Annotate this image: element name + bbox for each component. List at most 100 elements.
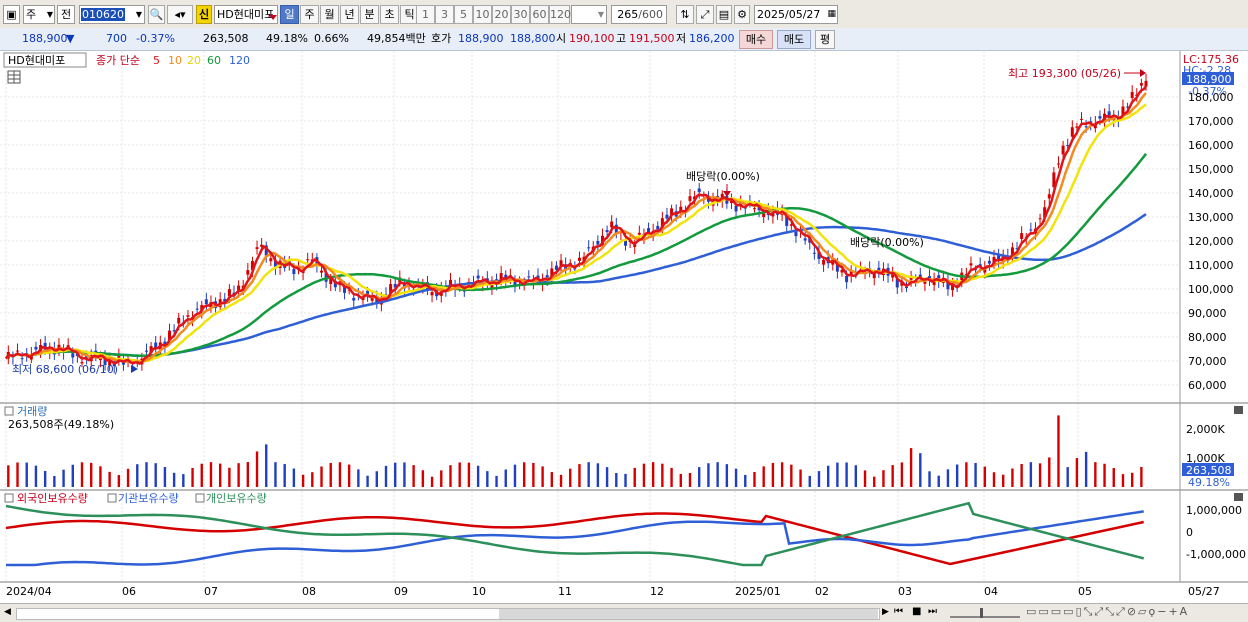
volume-bar bbox=[449, 465, 452, 487]
tab-period-week[interactable]: 주 bbox=[300, 5, 319, 24]
interval-1[interactable]: 1 bbox=[416, 5, 435, 24]
candle-body bbox=[697, 188, 701, 193]
volume-bar bbox=[1084, 451, 1088, 487]
zoom-slider-handle[interactable] bbox=[980, 608, 983, 618]
bottom-toolbar: ◀ ▶ ⏮ ■ ⏭ ▭▭▭▭▯⤡⤢⤡⤢⊘▱ϙ−+A bbox=[0, 603, 1248, 622]
volume-bar bbox=[504, 469, 507, 487]
volume-bar bbox=[808, 475, 811, 487]
price-axis-label: 60,000 bbox=[1188, 379, 1227, 392]
close-icon[interactable] bbox=[1234, 406, 1243, 414]
volume-bar bbox=[1038, 463, 1042, 487]
high-annotation: 최고 193,300 (05/26) bbox=[1008, 67, 1121, 80]
market-select[interactable]: 주 ▼ bbox=[23, 5, 55, 24]
draw-tools-icon[interactable]: ⤢ bbox=[696, 5, 714, 24]
candle-body bbox=[812, 252, 816, 254]
volume-bar bbox=[117, 475, 121, 487]
close-icon[interactable] bbox=[1234, 493, 1243, 501]
tab-period-day[interactable]: 일 bbox=[280, 5, 299, 24]
volume-bar bbox=[43, 470, 47, 487]
volume-bar bbox=[522, 462, 526, 487]
search-icon[interactable]: 🔍 bbox=[148, 5, 165, 24]
volume-bar bbox=[145, 462, 148, 487]
chart-type-icon[interactable]: ⇅ bbox=[676, 5, 694, 24]
drawing-tools-icon[interactable]: ▭▭▭▭▯⤡⤢⤡⤢⊘▱ϙ−+A bbox=[1026, 605, 1189, 619]
panel-toggle-icon[interactable] bbox=[4, 406, 14, 416]
average-button[interactable]: 평 bbox=[815, 30, 835, 49]
sell-button[interactable]: 매수 bbox=[739, 30, 773, 49]
interval-30[interactable]: 30 bbox=[511, 5, 530, 24]
candle-body bbox=[587, 247, 591, 249]
interval-5[interactable]: 5 bbox=[454, 5, 473, 24]
volume-bar bbox=[642, 463, 646, 487]
zoom-slider[interactable] bbox=[950, 608, 1020, 618]
tab-period-month[interactable]: 월 bbox=[320, 5, 339, 24]
scroll-right-icon[interactable]: ▶ bbox=[882, 607, 889, 617]
quote-price: 188,900 bbox=[22, 32, 68, 45]
scroll-left-icon[interactable]: ◀ bbox=[4, 607, 11, 617]
volume-bar bbox=[817, 471, 821, 487]
quote-low-label: 저 bbox=[676, 32, 687, 45]
count-field[interactable]: 265/600 bbox=[611, 5, 667, 24]
volume-bar bbox=[182, 474, 185, 487]
quote-turnover: 0.66% bbox=[314, 32, 349, 45]
volume-bar bbox=[228, 467, 231, 487]
price-axis-label: 160,000 bbox=[1188, 139, 1234, 152]
candle-body bbox=[352, 297, 356, 301]
forward-icon[interactable]: ⏭ bbox=[928, 606, 937, 617]
stock-chart[interactable]: HD현대미포 종가 단순 5 10 20 60 120 LC:175.36 HC… bbox=[0, 51, 1248, 603]
tab-period-second[interactable]: 초 bbox=[380, 5, 399, 24]
volume-bar bbox=[329, 462, 332, 487]
candle-body bbox=[177, 317, 181, 324]
volume-bar bbox=[1094, 462, 1097, 487]
volume-bar bbox=[347, 464, 351, 487]
panel-toggle-icon[interactable] bbox=[4, 493, 14, 503]
candle-body bbox=[255, 247, 259, 250]
stop-icon[interactable]: ■ bbox=[912, 606, 921, 617]
volume-bar bbox=[384, 465, 388, 487]
volume-bar bbox=[191, 468, 194, 487]
last-volume-pct: 49.18% bbox=[1188, 476, 1230, 489]
credit-badge[interactable]: 신 bbox=[196, 5, 212, 24]
interval-20[interactable]: 20 bbox=[492, 5, 511, 24]
volume-bar bbox=[513, 464, 517, 487]
interval-3[interactable]: 3 bbox=[435, 5, 454, 24]
candle-body bbox=[822, 260, 826, 265]
sound-icon[interactable]: ◂▾ bbox=[167, 5, 193, 24]
candle-body bbox=[752, 208, 756, 210]
scrollbar-thumb[interactable] bbox=[499, 609, 878, 619]
candle-body bbox=[1061, 145, 1065, 155]
rewind-icon[interactable]: ⏮ bbox=[894, 606, 903, 617]
market-value: 주 bbox=[26, 8, 37, 21]
window-menu-icon[interactable]: ▣ bbox=[3, 5, 20, 24]
chart-area[interactable]: HD현대미포 종가 단순 5 10 20 60 120 LC:175.36 HC… bbox=[0, 51, 1248, 603]
chevron-down-icon: ▼ bbox=[135, 10, 142, 19]
tab-period-minute[interactable]: 분 bbox=[360, 5, 379, 24]
panel-toggle-icon[interactable] bbox=[107, 493, 117, 503]
count-max: /600 bbox=[638, 8, 663, 21]
gear-icon[interactable]: ⚙ bbox=[734, 5, 750, 24]
stock-tag: HD현대미포 bbox=[8, 54, 65, 67]
interval-120[interactable]: 120 bbox=[549, 5, 571, 24]
quote-ask: 188,900 bbox=[458, 32, 504, 45]
stock-code-input[interactable]: 010620 ▼ bbox=[79, 5, 145, 24]
price-axis-label: 120,000 bbox=[1188, 235, 1234, 248]
candle-body bbox=[794, 231, 798, 237]
horizontal-scrollbar[interactable] bbox=[16, 608, 880, 620]
date-field[interactable]: 2025/05/27 ▦ bbox=[754, 5, 838, 24]
interval-10[interactable]: 10 bbox=[473, 5, 492, 24]
volume-bar bbox=[891, 465, 894, 487]
volume-bar bbox=[1130, 472, 1134, 487]
chevron-down-icon: ▼ bbox=[597, 10, 604, 19]
buy-button[interactable]: 매도 bbox=[777, 30, 811, 49]
type-select[interactable]: 전 bbox=[57, 5, 75, 24]
volume-bar bbox=[744, 474, 747, 487]
save-icon[interactable]: ▤ bbox=[716, 5, 732, 24]
panel-toggle-icon[interactable] bbox=[195, 493, 205, 503]
count-value: 265 bbox=[617, 8, 639, 21]
interval-60[interactable]: 60 bbox=[530, 5, 549, 24]
volume-bar bbox=[218, 463, 222, 487]
custom-interval-select[interactable]: ▼ bbox=[571, 5, 607, 24]
volume-bar bbox=[596, 463, 600, 487]
tab-period-year[interactable]: 년 bbox=[340, 5, 359, 24]
ma-60-label: 60 bbox=[207, 54, 221, 67]
